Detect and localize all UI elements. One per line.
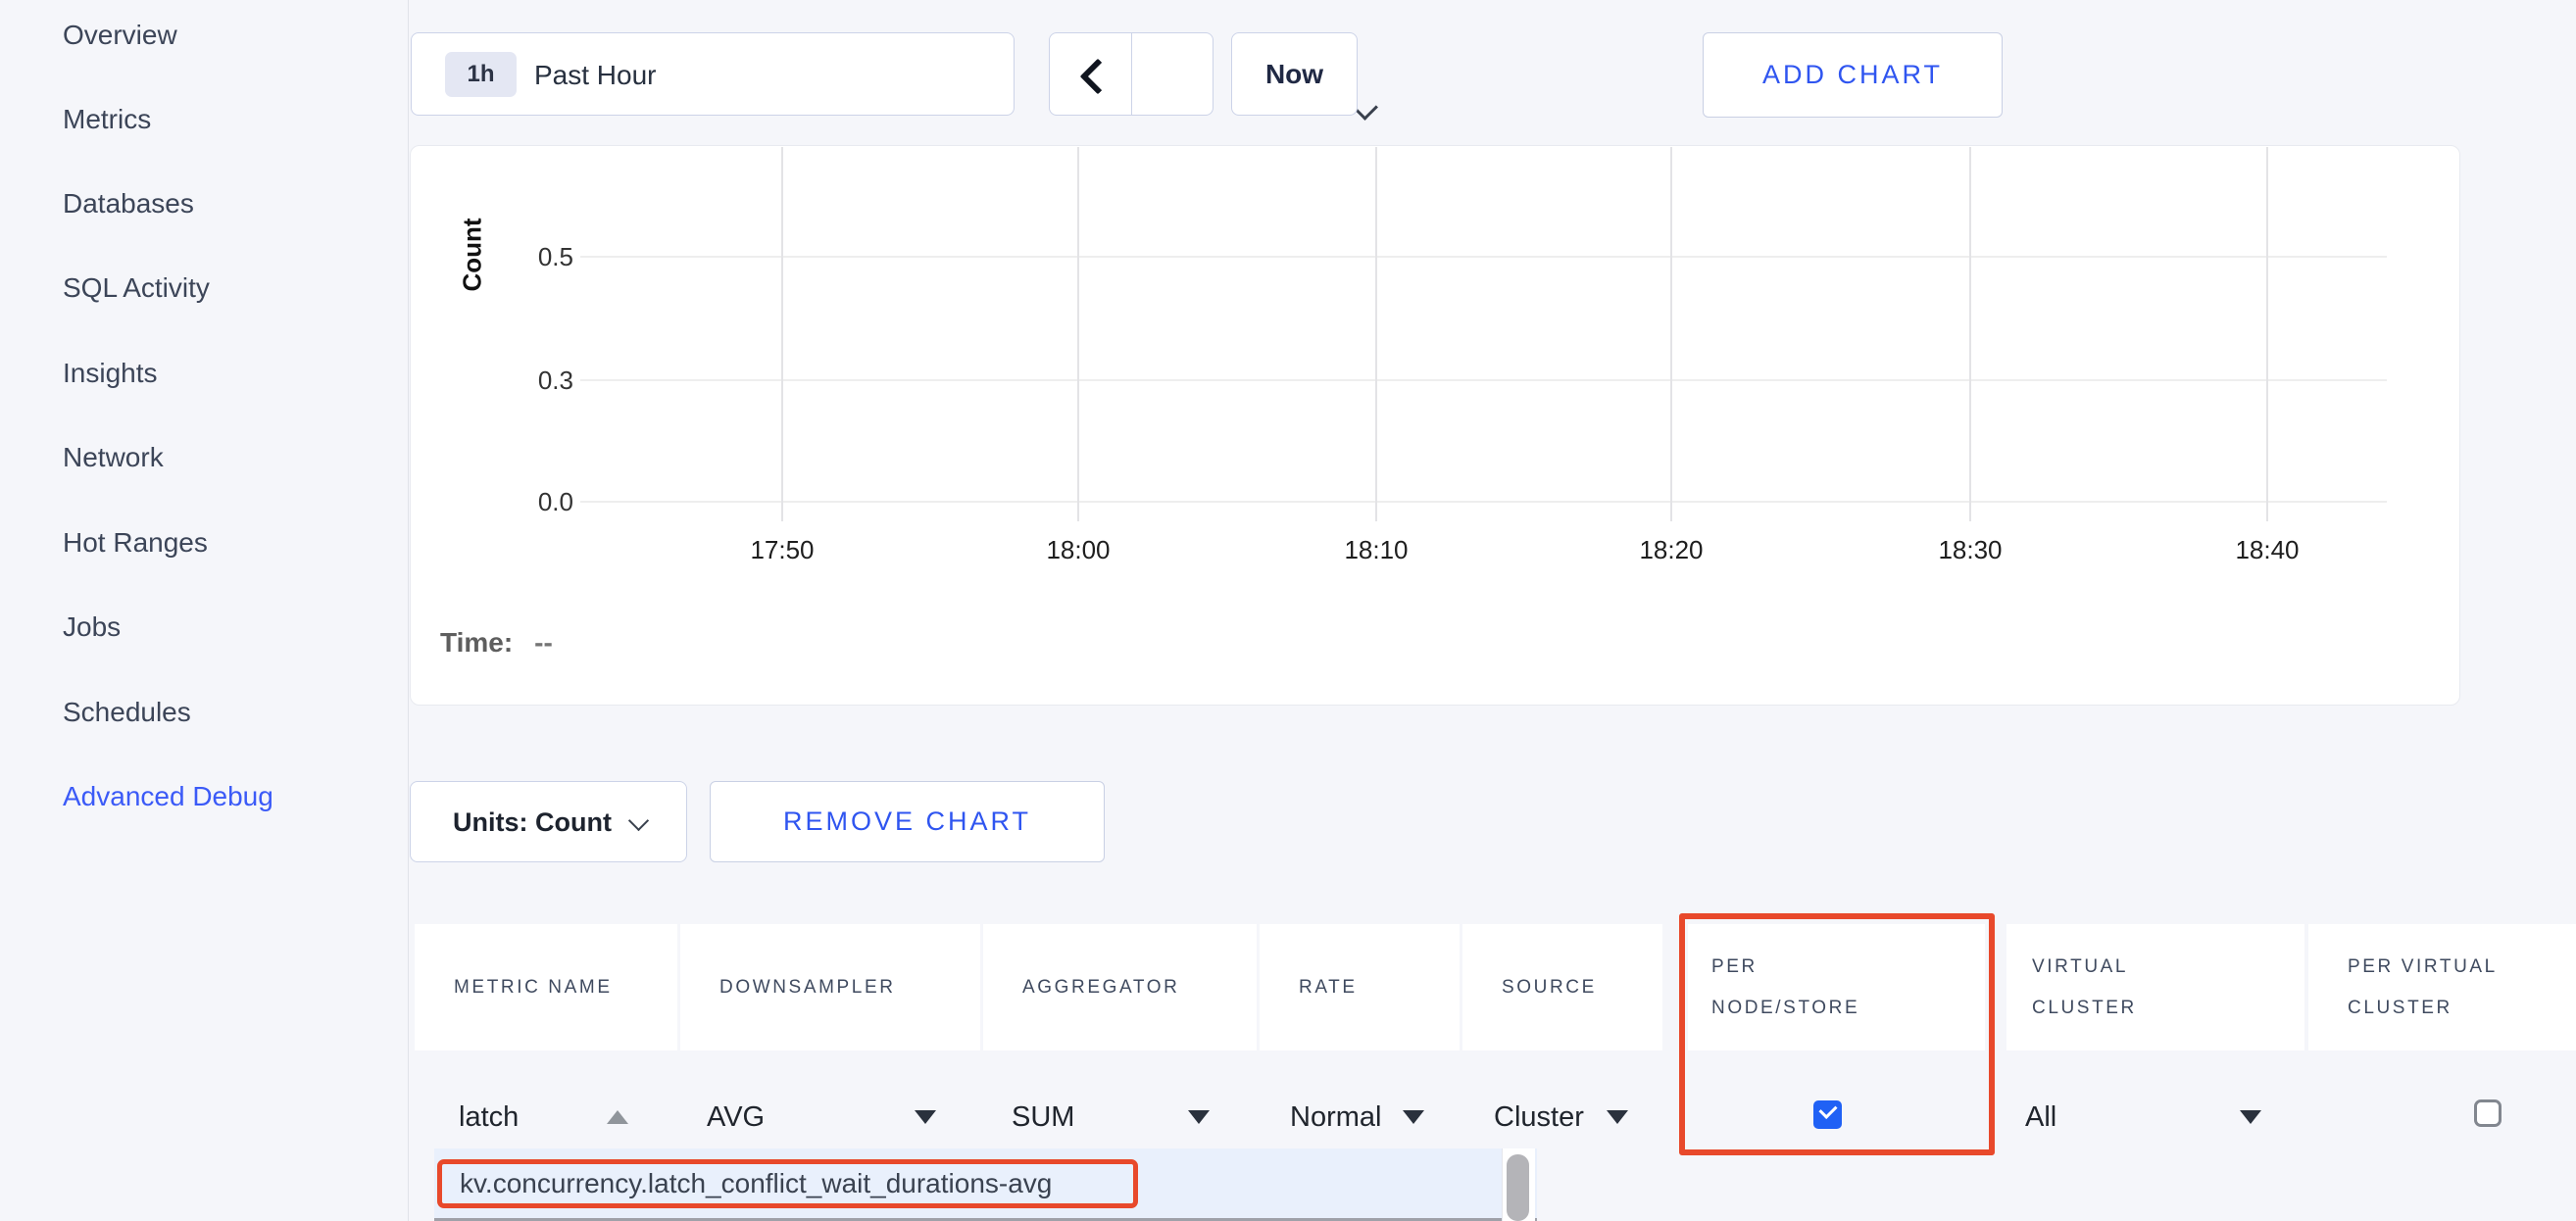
column-header-per-virtual-cluster: PER VIRTUAL CLUSTER xyxy=(2308,924,2576,1050)
caret-down-icon xyxy=(1607,1110,1628,1124)
caret-up-icon xyxy=(607,1110,628,1124)
gridline-v xyxy=(781,147,783,521)
gridline-v xyxy=(1077,147,1079,521)
column-header-label: RATE xyxy=(1299,967,1358,1008)
gridline-h xyxy=(580,256,2387,258)
chart-panel xyxy=(410,145,2460,706)
y-tick-label: 0.0 xyxy=(495,486,573,517)
chart-hover-time-label: Time: xyxy=(440,627,513,658)
column-header-aggregator: AGGREGATOR xyxy=(983,924,1257,1050)
remove-chart-button[interactable]: REMOVE CHART xyxy=(710,781,1105,862)
virtual-cluster-select[interactable]: All xyxy=(2025,1098,2056,1137)
sidebar: Overview Metrics Databases SQL Activity … xyxy=(0,0,409,1221)
column-header-metric-name: METRIC NAME xyxy=(415,924,677,1050)
aggregator-select[interactable]: SUM xyxy=(1012,1098,1074,1137)
column-header-rate: RATE xyxy=(1260,924,1460,1050)
x-tick-label: 18:20 xyxy=(1612,533,1730,566)
rate-select[interactable]: Normal xyxy=(1290,1098,1381,1137)
column-header-label: METRIC NAME xyxy=(454,967,613,1008)
advanced-debug-custom-chart-page: Overview Metrics Databases SQL Activity … xyxy=(0,0,2576,1221)
downsampler-select[interactable]: AVG xyxy=(707,1098,765,1137)
caret-down-icon xyxy=(2240,1110,2261,1124)
x-tick-label: 18:40 xyxy=(2208,533,2326,566)
gridline-h xyxy=(580,379,2387,381)
gridline-v xyxy=(1375,147,1377,521)
chart-hover-time-value: -- xyxy=(534,627,553,658)
now-button[interactable]: Now xyxy=(1231,32,1358,116)
sidebar-item-sql-activity[interactable]: SQL Activity xyxy=(63,265,210,312)
gridline-v xyxy=(1670,147,1672,521)
time-window-select[interactable]: 1h Past Hour xyxy=(411,32,1015,116)
gridline-v xyxy=(1969,147,1971,521)
sidebar-item-schedules[interactable]: Schedules xyxy=(63,689,191,736)
units-select-label: Units: Count xyxy=(453,782,612,863)
chevron-left-icon xyxy=(1080,59,1116,95)
metric-suggestion-item[interactable]: kv.concurrency.latch_conflict_wait_durat… xyxy=(460,1168,1052,1199)
sidebar-item-hot-ranges[interactable]: Hot Ranges xyxy=(63,519,208,566)
y-tick-label: 0.3 xyxy=(495,365,573,396)
column-header-source: SOURCE xyxy=(1462,924,1662,1050)
y-axis-label: Count xyxy=(458,218,488,291)
column-header-label: PER NODE/STORE xyxy=(1711,947,1912,1029)
check-icon xyxy=(1818,1100,1837,1119)
x-tick-label: 17:50 xyxy=(723,533,841,566)
caret-down-icon xyxy=(1188,1110,1210,1124)
per-node-store-checkbox[interactable] xyxy=(1813,1100,1842,1129)
column-header-label: DOWNSAMPLER xyxy=(719,967,896,1008)
caret-down-icon xyxy=(1403,1110,1424,1124)
sidebar-item-advanced-debug[interactable]: Advanced Debug xyxy=(63,773,273,820)
column-header-virtual-cluster: VIRTUAL CLUSTER xyxy=(2006,924,2304,1050)
column-header-downsampler: DOWNSAMPLER xyxy=(680,924,980,1050)
sidebar-item-insights[interactable]: Insights xyxy=(63,350,158,397)
column-header-label: VIRTUAL CLUSTER xyxy=(2032,947,2233,1029)
x-tick-label: 18:30 xyxy=(1911,533,2029,566)
units-select[interactable]: Units: Count xyxy=(410,781,687,862)
sidebar-item-jobs[interactable]: Jobs xyxy=(63,604,121,651)
time-step-buttons xyxy=(1049,32,1214,116)
source-select[interactable]: Cluster xyxy=(1494,1098,1584,1137)
scrollbar-thumb[interactable] xyxy=(1507,1154,1529,1221)
sidebar-item-network[interactable]: Network xyxy=(63,434,164,481)
time-window-badge: 1h xyxy=(445,52,517,97)
time-window-label: Past Hour xyxy=(534,33,657,117)
chart-hover-time: Time: -- xyxy=(440,627,553,659)
gridline-h xyxy=(580,501,2387,503)
column-header-label: PER VIRTUAL CLUSTER xyxy=(2348,947,2549,1029)
x-tick-label: 18:00 xyxy=(1019,533,1137,566)
sidebar-item-databases[interactable]: Databases xyxy=(63,180,194,227)
per-virtual-cluster-checkbox[interactable] xyxy=(2474,1099,2502,1127)
column-header-per-node-store: PER NODE/STORE xyxy=(1688,924,1985,1050)
sidebar-item-overview[interactable]: Overview xyxy=(63,12,177,59)
x-tick-label: 18:10 xyxy=(1317,533,1435,566)
gridline-v xyxy=(2266,147,2268,521)
y-tick-label: 0.5 xyxy=(495,241,573,272)
metric-name-input[interactable]: latch xyxy=(459,1098,519,1137)
prev-time-button[interactable] xyxy=(1050,33,1132,117)
add-chart-button[interactable]: ADD CHART xyxy=(1703,32,2003,118)
caret-down-icon xyxy=(915,1110,936,1124)
sidebar-item-metrics[interactable]: Metrics xyxy=(63,96,151,143)
column-header-label: SOURCE xyxy=(1502,967,1597,1008)
chevron-down-icon xyxy=(628,810,649,831)
column-header-label: AGGREGATOR xyxy=(1022,967,1179,1008)
next-time-button[interactable] xyxy=(1132,33,1214,117)
